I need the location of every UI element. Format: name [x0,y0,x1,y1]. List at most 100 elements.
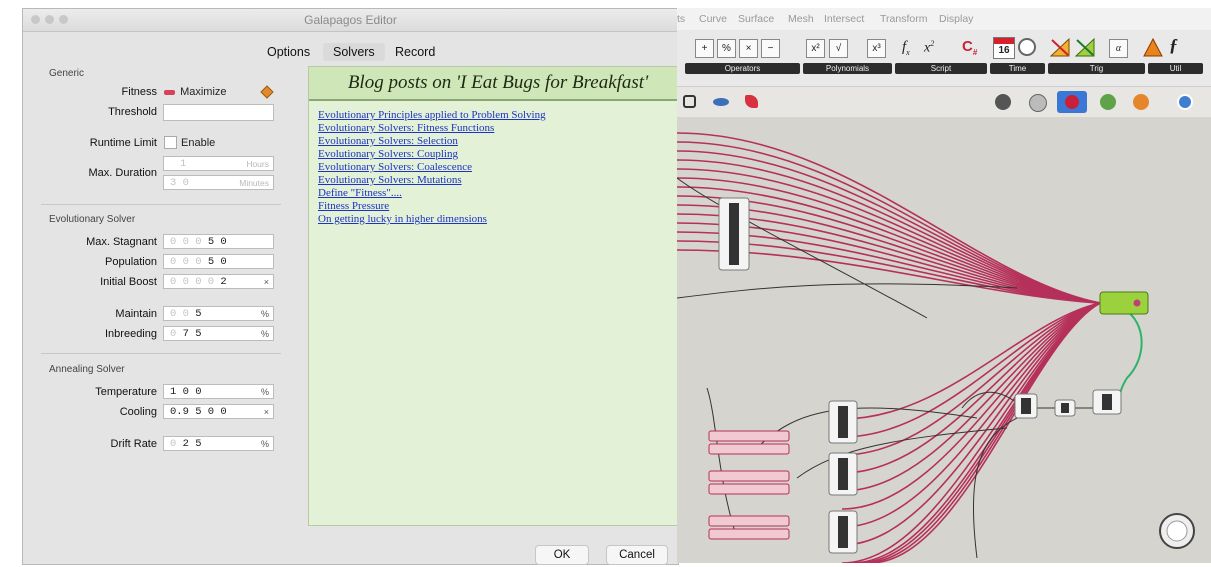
temperature-input[interactable]: 1 0 0 % [163,384,274,399]
menu-curve[interactable]: Curve [699,13,727,25]
inbreeding-value: 7 5 [182,328,202,340]
node-body [838,516,848,548]
menu-surface[interactable]: Surface [738,13,774,25]
maintain-label: Maintain [115,308,157,320]
minutes-unit: Minutes [239,178,269,188]
max-stagnant-label: Max. Stagnant [86,236,157,248]
tab-options[interactable]: Options [257,43,320,61]
selected-wire [1114,308,1143,404]
menu-transform[interactable]: Transform [880,13,927,25]
mesh-settings-icon[interactable] [1177,94,1193,110]
threshold-input[interactable] [163,104,274,121]
blog-panel-title: Blog posts on 'I Eat Bugs for Breakfast' [309,67,687,101]
inbreeding-label: Inbreeding [105,328,157,340]
cosine-triangle-icon[interactable] [1074,36,1096,58]
blog-link[interactable]: Evolutionary Solvers: Fitness Functions [318,122,494,134]
power-icon[interactable]: x² [806,39,825,58]
initial-boost-value: 2 [220,276,227,288]
multiplication-icon[interactable]: × [739,39,758,58]
editor-tabs: Options Solvers Record [23,41,678,63]
cooling-input[interactable]: 0.9 5 0 0 × [163,404,274,419]
polynomial-icon[interactable]: x³ [867,39,886,58]
evaluate-icon[interactable]: x2 [924,39,934,57]
menu-item[interactable]: ts [677,13,685,25]
grasshopper-window: ts Curve Surface Mesh Intersect Transfor… [677,8,1211,563]
galapagos-icon [1133,299,1141,307]
sine-triangle-icon[interactable] [1049,36,1071,58]
function-icon[interactable]: ƒ [1169,35,1178,56]
drift-rate-unit: % [260,439,269,449]
graph-mapper-icon[interactable] [1142,36,1164,58]
sketch-icon[interactable] [745,95,758,108]
blog-link[interactable]: Evolutionary Solvers: Mutations [318,174,462,186]
menu-display[interactable]: Display [939,13,973,25]
initial-boost-input[interactable]: 0 0 0 0 2 × [163,274,274,289]
runtime-limit-label: Runtime Limit [89,137,157,149]
blog-link[interactable]: Fitness Pressure [318,200,389,212]
fitness-direction-icon[interactable] [260,85,274,99]
blog-link[interactable]: Evolutionary Solvers: Coalescence [318,161,472,173]
addition-icon[interactable]: + [695,39,714,58]
cooling-label: Cooling [119,406,157,418]
runtime-limit-checkbox[interactable] [164,136,177,149]
zoom-extents-icon[interactable] [683,95,696,108]
slider-group[interactable] [708,430,790,540]
max-stagnant-value: 5 0 [207,236,227,248]
subtraction-icon[interactable]: − [761,39,780,58]
group-script[interactable]: Script [895,63,987,74]
cancel-button[interactable]: Cancel [606,545,668,565]
menu-mesh[interactable]: Mesh [788,13,814,25]
expression-icon[interactable]: fx [902,39,910,57]
section-divider [41,353,281,354]
square-root-icon[interactable]: √ [829,39,848,58]
eye-icon[interactable] [713,98,729,106]
blog-link[interactable]: Evolutionary Principles applied to Probl… [318,109,546,121]
group-operators[interactable]: Operators [685,63,800,74]
blog-link[interactable]: Evolutionary Solvers: Coupling [318,148,458,160]
modulus-icon[interactable]: % [717,39,736,58]
blog-link[interactable]: Evolutionary Solvers: Selection [318,135,458,147]
grasshopper-menubar: ts Curve Surface Mesh Intersect Transfor… [677,8,1211,30]
tab-record[interactable]: Record [385,43,445,61]
calendar-icon[interactable]: 16 [993,37,1015,59]
temperature-unit: % [260,387,269,397]
document-preview-icon[interactable] [1133,94,1149,110]
wireframe-preview-icon[interactable] [1029,94,1047,112]
blog-link[interactable]: On getting lucky in higher dimensions [318,213,487,225]
solver-settings-panel: Generic Fitness Maximize Threshold Runti… [35,65,287,535]
wire [857,302,1101,563]
max-duration-minutes-input[interactable]: 3 0 Minutes [163,175,274,190]
maintain-input[interactable]: 0 0 5 % [163,306,274,321]
node-body [729,203,739,265]
group-util[interactable]: Util [1148,63,1203,74]
group-polynomials[interactable]: Polynomials [803,63,892,74]
node-body [1061,403,1069,413]
preview-off-icon[interactable] [995,94,1011,110]
cooling-unit: × [263,407,269,417]
inbreeding-input[interactable]: 0 7 5 % [163,326,274,341]
max-stagnant-input[interactable]: 0 0 0 5 0 [163,234,274,249]
shaded-preview-button[interactable] [1057,91,1087,113]
tab-solvers[interactable]: Solvers [323,43,385,61]
max-duration-hours-input[interactable]: 1 Hours [163,156,274,171]
galapagos-component[interactable] [1099,291,1149,315]
csharp-script-icon[interactable]: C# [962,38,977,57]
fitness-label: Fitness [121,86,157,98]
group-trig[interactable]: Trig [1048,63,1145,74]
alpha-icon[interactable]: α [1109,39,1128,58]
selected-preview-icon[interactable] [1100,94,1116,110]
population-input[interactable]: 0 0 0 5 0 [163,254,274,269]
cooling-value: 0.9 5 0 0 [170,406,227,418]
fitness-dropdown[interactable]: Maximize [164,86,259,100]
node-body [1021,398,1031,414]
blog-link[interactable]: Define "Fitness".... [318,187,402,199]
clock-icon[interactable] [1018,38,1036,56]
grasshopper-canvas[interactable] [677,118,1211,563]
fitness-value: Maximize [180,86,227,98]
ok-button[interactable]: OK [535,545,589,565]
menu-intersect[interactable]: Intersect [824,13,864,25]
drift-rate-label: Drift Rate [110,438,157,450]
maximize-icon [164,89,175,95]
group-time[interactable]: Time [990,63,1045,74]
drift-rate-input[interactable]: 0 2 5 % [163,436,274,451]
